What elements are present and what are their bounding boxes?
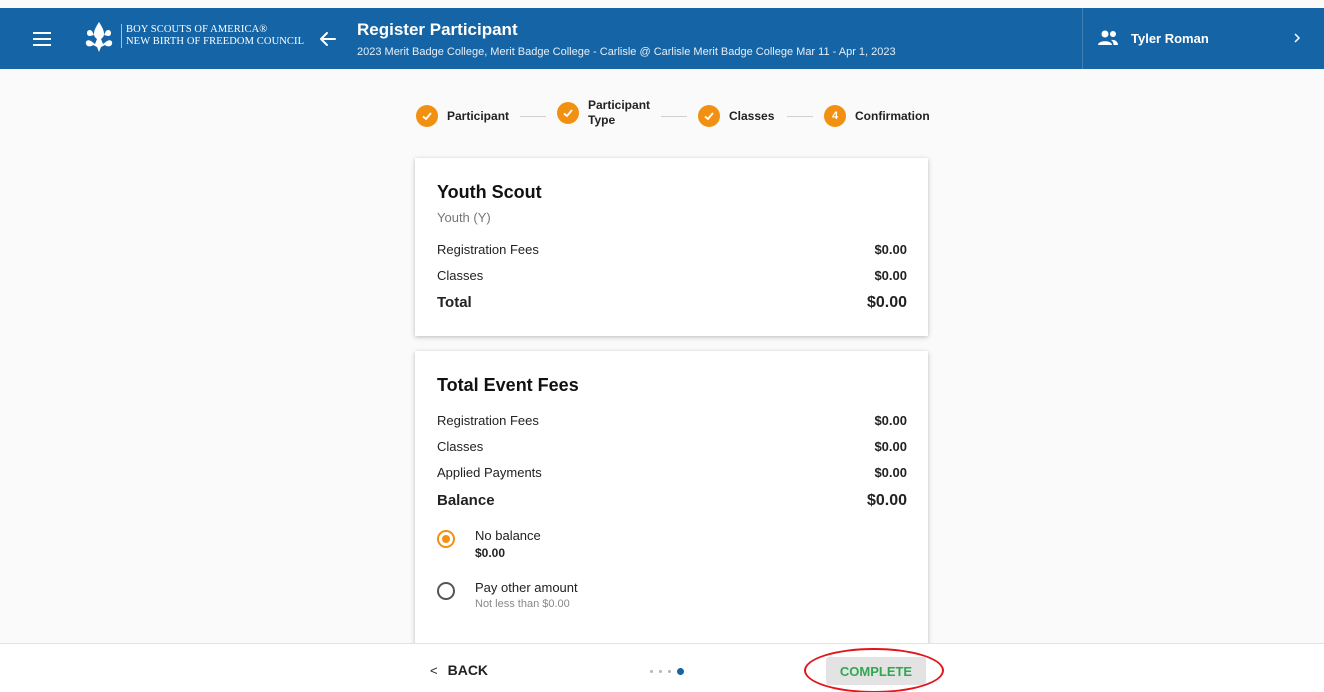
participant-fee-card: Youth Scout Youth (Y) Registration Fees … — [415, 158, 928, 336]
balance-row: Balance $0.00 — [437, 492, 907, 510]
fee-amount: $0.00 — [874, 268, 907, 283]
fee-amount: $0.00 — [874, 242, 907, 257]
fee-row: Classes $0.00 — [437, 439, 907, 454]
radio-button[interactable] — [437, 582, 455, 600]
fee-amount: $0.00 — [874, 413, 907, 428]
highlight-annotation — [804, 648, 944, 692]
step-label-line-1: Participant — [588, 98, 651, 112]
menu-icon[interactable] — [28, 28, 56, 50]
option-label: No balance — [475, 528, 541, 543]
arrow-left-icon[interactable] — [315, 26, 341, 52]
step-connector — [520, 116, 546, 117]
fee-label: Classes — [437, 439, 484, 454]
user-menu[interactable]: Tyler Roman — [1082, 8, 1324, 69]
step-participant[interactable]: Participant — [416, 105, 509, 127]
org-line-2: NEW BIRTH OF FREEDOM COUNCIL — [126, 36, 305, 47]
fee-row: Applied Payments $0.00 — [437, 465, 907, 480]
org-line-1: BOY SCOUTS OF AMERICA® — [126, 24, 268, 35]
council-name: BOY SCOUTS OF AMERICA® NEW BIRTH OF FREE… — [121, 24, 311, 48]
card-title: Total Event Fees — [437, 375, 579, 395]
step-connector — [787, 116, 813, 117]
event-subtitle: 2023 Merit Badge College, Merit Badge Co… — [357, 46, 896, 58]
step-number: 4 — [824, 105, 846, 127]
option-label: Pay other amount — [475, 580, 578, 595]
fee-row: Classes $0.00 — [437, 268, 907, 283]
fee-row: Registration Fees $0.00 — [437, 413, 907, 428]
fee-label: Registration Fees — [437, 413, 539, 428]
no-balance-option[interactable]: No balance $0.00 — [437, 528, 737, 564]
step-label-line-2: Type — [588, 113, 616, 127]
fee-label: Registration Fees — [437, 242, 539, 257]
page-dot — [659, 670, 662, 673]
fee-amount: $0.00 — [874, 439, 907, 454]
fee-row: Registration Fees $0.00 — [437, 242, 907, 257]
step-connector — [661, 116, 687, 117]
user-name: Tyler Roman — [1131, 31, 1209, 46]
check-icon — [416, 105, 438, 127]
fee-label: Applied Payments — [437, 465, 542, 480]
bottom-action-bar: < BACK COMPLETE — [0, 643, 1324, 692]
pay-other-amount-option[interactable]: Pay other amount Not less than $0.00 — [437, 580, 737, 616]
fee-label: Classes — [437, 268, 484, 283]
card-title: Youth Scout — [437, 182, 542, 202]
page-dot-active — [677, 668, 684, 675]
check-icon — [698, 105, 720, 127]
balance-label: Balance — [437, 492, 495, 509]
step-label: Participant — [447, 108, 510, 123]
total-label: Total — [437, 294, 472, 311]
event-fees-card: Total Event Fees Registration Fees $0.00… — [415, 351, 928, 671]
page-dot — [650, 670, 653, 673]
option-amount: $0.00 — [475, 546, 506, 560]
participant-type: Youth (Y) — [437, 210, 491, 225]
total-amount: $0.00 — [866, 294, 907, 311]
option-note: Not less than $0.00 — [475, 598, 570, 610]
page-title: Register Participant — [357, 20, 518, 39]
group-icon — [1098, 30, 1118, 45]
page-indicator — [650, 668, 684, 675]
fleur-de-lis-logo — [85, 22, 113, 52]
back-button[interactable]: < BACK — [430, 662, 488, 678]
chevron-left-icon: < — [430, 663, 438, 678]
page-dot — [668, 670, 671, 673]
chevron-right-icon[interactable] — [1291, 30, 1303, 46]
step-label: Confirmation — [855, 108, 930, 123]
step-participant-type[interactable]: Participant Type — [557, 98, 650, 128]
balance-amount: $0.00 — [866, 492, 907, 509]
fee-amount: $0.00 — [874, 465, 907, 480]
back-label: BACK — [447, 662, 489, 678]
step-label: Classes — [729, 108, 775, 123]
registration-stepper: Participant Participant Type Classes 4 C… — [0, 98, 1324, 138]
app-header: BOY SCOUTS OF AMERICA® NEW BIRTH OF FREE… — [0, 8, 1324, 69]
radio-button[interactable] — [437, 530, 455, 548]
step-label: Participant Type — [588, 98, 650, 128]
total-row: Total $0.00 — [437, 294, 907, 312]
step-classes[interactable]: Classes — [698, 105, 774, 127]
check-icon — [557, 102, 579, 124]
step-confirmation[interactable]: 4 Confirmation — [824, 105, 930, 127]
